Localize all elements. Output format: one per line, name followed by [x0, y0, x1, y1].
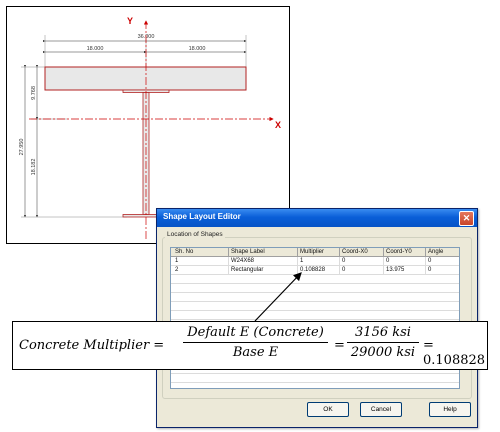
- formula-frac1-numerator: Default E (Concrete): [187, 325, 324, 340]
- multiplier-formula-callout: Concrete Multiplier = Default E (Concret…: [12, 321, 488, 370]
- formula-lhs: Concrete Multiplier =: [19, 338, 165, 353]
- formula-result: = 0.108828: [423, 338, 486, 368]
- formula-fraction-1: Default E (Concrete) Base E: [183, 325, 328, 360]
- formula-frac2-denominator: 29000 ksi: [347, 342, 419, 360]
- formula-frac1-denominator: Base E: [183, 342, 328, 360]
- formula: Concrete Multiplier = Default E (Concret…: [13, 322, 489, 371]
- callout-arrow: [254, 272, 302, 322]
- formula-equals: =: [334, 338, 345, 353]
- formula-frac2-numerator: 3156 ksi: [355, 325, 411, 340]
- formula-fraction-2: 3156 ksi 29000 ksi: [347, 325, 419, 360]
